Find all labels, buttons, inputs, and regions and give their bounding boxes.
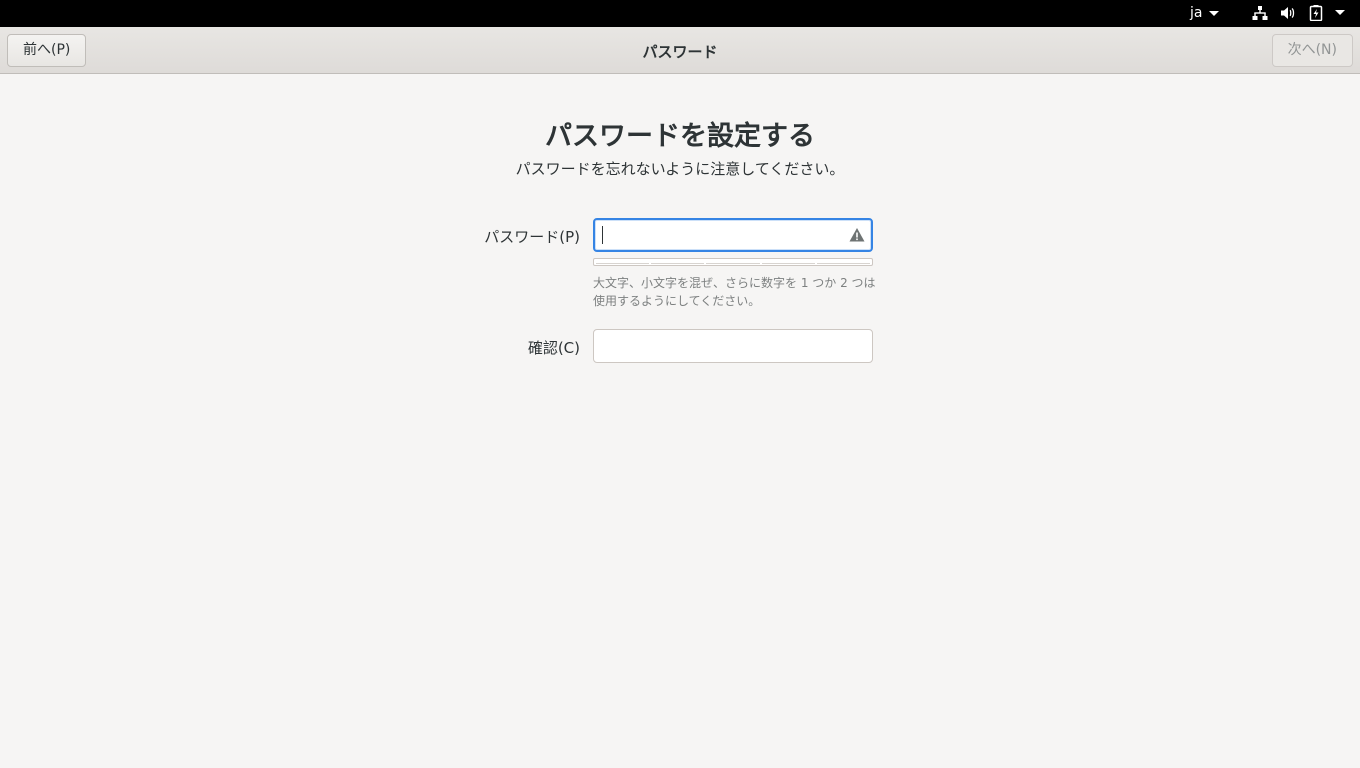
password-strength-bar — [593, 258, 873, 266]
password-hint-line: 使用するようにしてください。 — [593, 294, 761, 308]
battery-charging-icon[interactable] — [1309, 5, 1323, 21]
header-bar: 前へ(P) パスワード 次へ(N) — [0, 27, 1360, 74]
input-language-menu[interactable]: ja — [1190, 5, 1220, 21]
system-menu-caret-icon[interactable] — [1335, 10, 1345, 15]
chevron-down-icon — [1209, 10, 1220, 16]
password-hint-line: 大文字、小文字を混ぜ、さらに数字を 1 つか 2 つは — [593, 276, 876, 290]
strength-segment — [816, 260, 871, 264]
volume-icon[interactable] — [1280, 5, 1296, 21]
section-heading: パスワードを設定する — [545, 121, 815, 152]
network-wired-icon[interactable] — [1252, 5, 1268, 21]
text-cursor — [602, 226, 603, 244]
strength-segment — [761, 260, 815, 264]
next-button[interactable]: 次へ(N) — [1271, 34, 1353, 67]
confirm-label: 確認(C) — [527, 339, 580, 357]
section-subtitle: パスワードを忘れないように注意してください。 — [515, 160, 845, 178]
confirm-password-field[interactable] — [593, 329, 873, 363]
password-field[interactable] — [593, 218, 873, 252]
strength-segment — [596, 260, 650, 264]
password-label: パスワード(P) — [484, 228, 580, 246]
top-bar: ja — [0, 0, 1360, 27]
strength-segment — [706, 260, 760, 264]
language-label: ja — [1190, 5, 1203, 21]
page-title: パスワード — [642, 43, 718, 61]
password-hint: 大文字、小文字を混ぜ、さらに数字を 1 つか 2 つは 使用するようにしてくださ… — [593, 274, 878, 310]
warning-icon — [849, 227, 865, 247]
strength-segment — [651, 260, 705, 264]
